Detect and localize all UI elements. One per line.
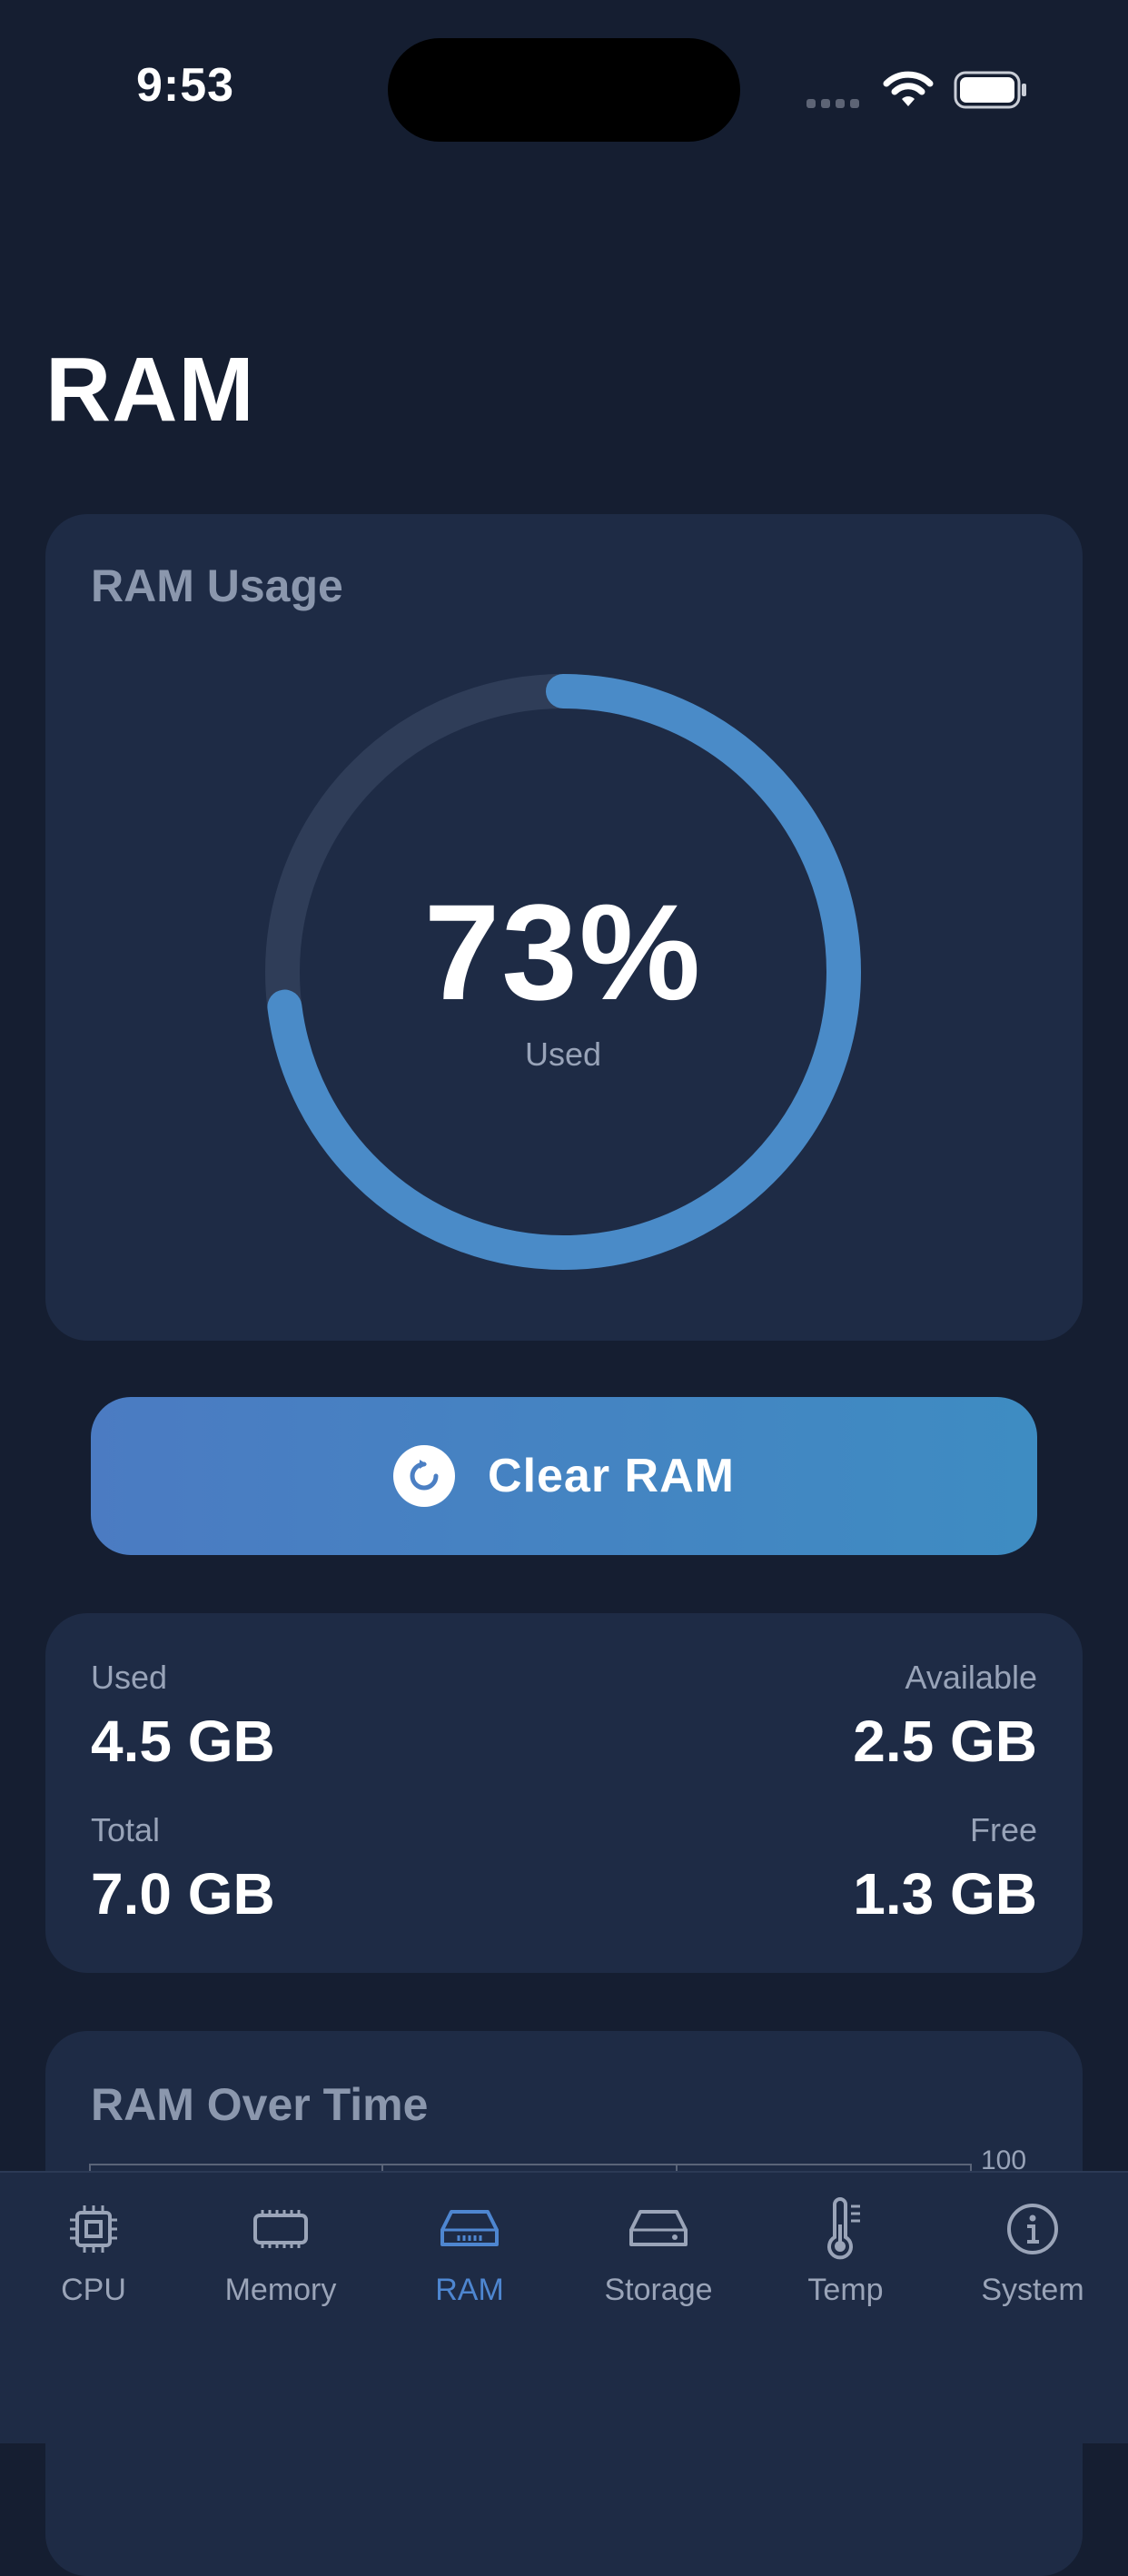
- cellular-signal-icon: [806, 96, 865, 113]
- storage-icon: [572, 2196, 745, 2262]
- wifi-icon: [883, 71, 934, 106]
- tab-cpu[interactable]: CPU: [7, 2196, 180, 2308]
- clear-ram-label: Clear RAM: [488, 1450, 735, 1502]
- ram-usage-percent: 73%: [423, 876, 703, 1028]
- total-label: Total: [91, 1811, 161, 1848]
- free-label: Free: [969, 1811, 1037, 1848]
- tab-memory[interactable]: Memory: [194, 2196, 367, 2308]
- tab-system-label: System: [981, 2273, 1084, 2307]
- tab-temp[interactable]: Temp: [759, 2196, 932, 2308]
- available-value: 2.5 GB: [853, 1709, 1037, 1774]
- ram-usage-caption: Used: [524, 1035, 602, 1073]
- ram-icon: [383, 2196, 556, 2262]
- memory-icon: [194, 2196, 367, 2262]
- ram-usage-title: RAM Usage: [91, 560, 343, 611]
- tab-temp-label: Temp: [807, 2273, 884, 2307]
- thermometer-icon: [759, 2196, 932, 2262]
- tab-storage[interactable]: Storage: [572, 2196, 745, 2308]
- dynamic-island: [388, 38, 740, 142]
- refresh-icon: [393, 1445, 456, 1507]
- chart-gridline: [89, 2164, 972, 2165]
- info-icon: [946, 2196, 1119, 2262]
- battery-icon: [954, 71, 1026, 109]
- cpu-icon: [7, 2196, 180, 2262]
- total-value: 7.0 GB: [91, 1861, 275, 1927]
- page-title: RAM: [45, 339, 255, 441]
- used-label: Used: [91, 1659, 168, 1696]
- available-label: Available: [905, 1659, 1037, 1696]
- tab-memory-label: Memory: [224, 2273, 337, 2307]
- tab-ram[interactable]: RAM: [383, 2196, 556, 2308]
- used-value: 4.5 GB: [91, 1709, 275, 1774]
- tab-system[interactable]: System: [946, 2196, 1119, 2308]
- free-value: 1.3 GB: [853, 1861, 1037, 1927]
- tab-ram-label: RAM: [435, 2273, 504, 2307]
- tab-storage-label: Storage: [604, 2273, 713, 2307]
- clear-ram-button[interactable]: Clear RAM: [91, 1397, 1037, 1555]
- tab-cpu-label: CPU: [61, 2273, 126, 2307]
- status-time: 9:53: [136, 59, 235, 112]
- ram-over-time-title: RAM Over Time: [91, 2079, 429, 2130]
